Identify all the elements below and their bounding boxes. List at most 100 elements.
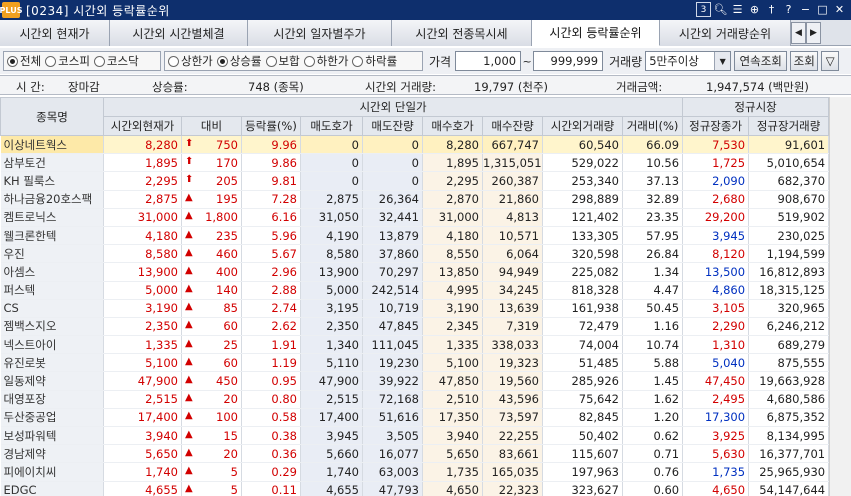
stock-name-cell[interactable]: 두산중공업 [0,408,104,428]
tab-afterhours-volume-rank[interactable]: 시간외 거래량순위 [660,20,791,46]
ask-qty-cell: 47,845 [362,317,423,337]
stock-name-cell[interactable]: KH 필룩스 [0,171,104,191]
change-rate-cell: 5.67 [241,244,301,264]
table-row[interactable]: CS 3,190 ▲ 85 2.74 3,195 10,719 3,190 13,639 161,… [0,299,830,318]
stock-name-cell[interactable]: 하나금융20호스팩 [0,190,104,209]
stock-name-cell[interactable]: 보성파워텍 [0,426,104,446]
stock-name-cell[interactable]: 퍼스텍 [0,281,104,300]
help-icon[interactable]: ? [781,2,796,17]
stock-name-cell[interactable]: 삼부토건 [0,153,104,173]
stock-name-cell[interactable]: 젬백스지오 [0,317,104,337]
header-stock-name[interactable]: 종목명 [0,97,104,136]
stock-name-cell[interactable]: 경남제약 [0,444,104,464]
column-header[interactable]: 등락률(%) [241,116,301,136]
maximize-icon[interactable]: □ [815,2,830,17]
radio-rise-rate[interactable]: 상승률 [216,53,262,69]
column-header[interactable]: 매도잔량 [362,116,423,136]
price-from-input[interactable]: 1,000 [455,51,522,71]
continuous-query-button[interactable]: 연속조회 [734,51,788,71]
column-header[interactable]: 대비 [181,116,242,136]
table-row[interactable]: 두산중공업 17,400 ▲ 100 0.58 17,400 51,616 17,350 73,… [0,408,830,428]
query-button[interactable]: 조회 [790,51,819,71]
close-icon[interactable]: ✕ [832,2,847,17]
table-row[interactable]: 삼부토건 1,895 ⬆ 170 9.86 0 0 1,895 1,315,051 529,022… [0,153,830,173]
radio-label: 하락률 [365,54,398,68]
column-header[interactable]: 매수호가 [422,116,483,136]
chevron-down-icon[interactable]: ▼ [714,52,731,70]
stock-name-cell[interactable]: 넥스트아이 [0,335,104,355]
price-to-input[interactable]: 999,999 [533,51,604,71]
table-row[interactable]: 경남제약 5,650 ▲ 20 0.36 5,660 16,077 5,650 83,661 11… [0,444,830,464]
volume-select[interactable]: 5만주이상 ▼ [645,51,732,71]
radio-lower-limit[interactable]: 하한가 [303,53,348,69]
tab-afterhours-change-rank[interactable]: 시간외 등락률순위 [532,20,660,46]
radio-market-kosdaq[interactable]: 코스닥 [93,53,139,69]
table-row[interactable]: 퍼스텍 5,000 ▲ 140 2.88 5,000 242,514 4,995 34,245 8… [0,281,830,300]
stock-name-cell[interactable]: 이상네트웍스 [0,135,104,155]
list-icon[interactable]: ☰ [730,2,745,17]
upper-limit-arrow-icon: ⬆ [185,137,194,149]
table-row[interactable]: 켐트로닉스 31,000 ▲ 1,800 6.16 31,050 32,441 31,000 4… [0,208,830,227]
change-cell: ▲ 5 [181,481,242,496]
change-value: 20 [223,446,238,461]
minimize-icon[interactable]: − [798,2,813,17]
table-row[interactable]: 보성파워텍 3,940 ▲ 15 0.38 3,945 3,505 3,940 22,255 50… [0,426,830,446]
pin-icon[interactable]: † [764,2,779,17]
tab-afterhours-all-quotes[interactable]: 시간외 전종목시세 [392,20,532,46]
column-header[interactable]: 정규장종가 [682,116,750,136]
stock-name-cell[interactable]: 우진 [0,244,104,264]
radio-upper-limit[interactable]: 상한가 [168,53,213,69]
column-header[interactable]: 매수잔량 [482,116,543,136]
table-row[interactable]: 이상네트웍스 8,280 ⬆ 750 9.96 0 0 8,280 667,747 60,540 6… [0,135,830,155]
search-icon[interactable]: 🔍︎ [713,2,728,17]
vertical-scrollbar[interactable] [829,97,851,496]
bid-price-cell: 31,000 [422,208,483,227]
table-row[interactable]: 유진로봇 5,100 ▲ 60 1.19 5,110 19,230 5,100 19,323 51… [0,353,830,373]
afterhours-volume-cell: 285,926 [542,371,623,391]
table-row[interactable]: 일동제약 47,900 ▲ 450 0.95 47,900 39,922 47,850 19,5… [0,371,830,391]
change-rate-cell: 0.80 [241,390,301,409]
stock-name-cell[interactable]: 일동제약 [0,371,104,391]
table-row[interactable]: EDGC 4,655 ▲ 5 0.11 4,655 47,793 4,650 22,323 323… [0,481,830,496]
table-row[interactable]: 아셈스 13,900 ▲ 400 2.96 13,900 70,297 13,850 94,94… [0,262,830,282]
table-row[interactable]: 웰크론한텍 4,180 ▲ 235 5.96 4,190 13,879 4,180 10,571… [0,226,830,246]
radio-fall-rate[interactable]: 하락률 [352,53,397,69]
ask-price-cell: 8,580 [300,244,363,264]
radio-market-all[interactable]: 전체 [7,53,41,69]
tab-next-icon[interactable]: ▶ [806,22,821,44]
stock-name-cell[interactable]: 대영포장 [0,390,104,409]
stock-name-cell[interactable]: EDGC [0,481,104,496]
column-header[interactable]: 매도호가 [300,116,363,136]
stock-name-cell[interactable]: 유진로봇 [0,353,104,373]
filter-icon[interactable]: ▽ [821,51,840,71]
stock-name-cell[interactable]: 웰크론한텍 [0,226,104,246]
stock-name-cell[interactable]: 피에이치씨 [0,462,104,482]
radio-unchanged[interactable]: 보합 [265,53,300,69]
stock-name-cell[interactable]: 아셈스 [0,262,104,282]
ask-price-cell: 5,110 [300,353,363,373]
tab-prev-icon[interactable]: ◀ [791,22,806,44]
radio-market-kospi[interactable]: 코스피 [45,53,90,69]
table-row[interactable]: 젬백스지오 2,350 ▲ 60 2.62 2,350 47,845 2,345 7,319 72… [0,317,830,337]
column-header[interactable]: 정규장거래량 [748,116,830,136]
column-header[interactable]: 거래비(%) [621,116,684,136]
tab-afterhours-time-trades[interactable]: 시간외 시간별체결 [110,20,248,46]
link-number-icon[interactable]: 3 [696,2,711,17]
tab-afterhours-daily-price[interactable]: 시간외 일자별주가 [248,20,392,46]
tab-afterhours-price[interactable]: 시간외 현재가 [0,20,110,46]
stock-name-cell[interactable]: CS [0,299,104,318]
column-header[interactable]: 시간외현재가 [103,116,182,136]
table-row[interactable]: 피에이치씨 1,740 ▲ 5 0.29 1,740 63,003 1,735 165,035 1… [0,462,830,482]
table-row[interactable]: 하나금융20호스팩 2,875 ▲ 195 7.28 2,875 26,364 2,870 21… [0,190,830,209]
volume-ratio-cell: 23.35 [622,208,684,227]
bid-qty-cell: 73,597 [482,408,543,428]
change-cell: ▲ 100 [181,408,242,428]
table-row[interactable]: 넥스트아이 1,335 ▲ 25 1.91 1,340 111,045 1,335 338,03… [0,335,830,355]
column-header[interactable]: 시간외거래량 [542,116,623,136]
table-row[interactable]: 대영포장 2,515 ▲ 20 0.80 2,515 72,168 2,510 43,596 75… [0,390,830,409]
stock-name-cell[interactable]: 켐트로닉스 [0,208,104,227]
table-row[interactable]: 우진 8,580 ▲ 460 5.67 8,580 37,860 8,550 6,064 320,… [0,244,830,264]
zoom-icon[interactable]: ⊕ [747,2,762,17]
regular-close-cell: 2,290 [682,317,750,337]
table-row[interactable]: KH 필룩스 2,295 ⬆ 205 9.81 0 0 2,295 260,387 253,340… [0,171,830,191]
